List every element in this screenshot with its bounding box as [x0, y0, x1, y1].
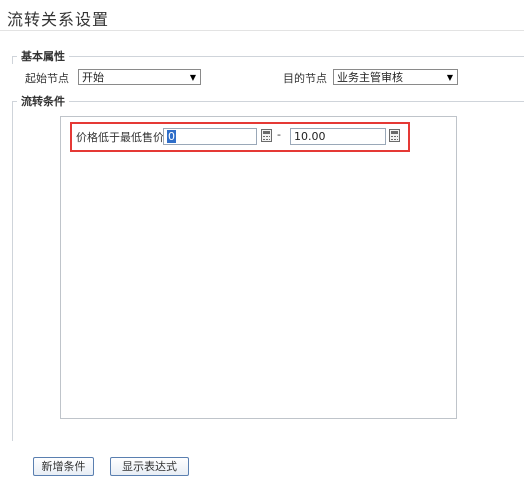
basic-section-edge [12, 56, 13, 64]
calculator-icon[interactable] [389, 129, 400, 142]
min-price-value: 0 [167, 130, 176, 143]
target-node-select[interactable]: 业务主管审核 ▼ [333, 69, 458, 85]
condition-label: 价格低于最低售价 [76, 131, 164, 144]
start-node-select[interactable]: 开始 ▼ [78, 69, 201, 85]
max-price-input[interactable]: 10.00 [290, 128, 386, 145]
start-node-value: 开始 [82, 71, 104, 84]
condition-section: 流转条件 [12, 93, 524, 109]
target-node-label: 目的节点 [283, 72, 327, 85]
target-node-value: 业务主管审核 [337, 71, 403, 84]
page-title: 流转关系设置 [7, 10, 110, 29]
min-price-input[interactable]: 0 [163, 128, 257, 145]
condition-panel [60, 116, 457, 419]
condition-section-edge [12, 101, 13, 441]
show-expression-button[interactable]: 显示表达式 [110, 457, 189, 476]
range-separator: - [277, 128, 281, 141]
basic-section-heading: 基本属性 [17, 48, 69, 64]
title-divider [0, 30, 524, 31]
dropdown-arrow-icon: ▼ [189, 73, 196, 82]
calculator-icon[interactable] [261, 129, 272, 142]
dropdown-arrow-icon: ▼ [446, 73, 453, 82]
condition-section-heading: 流转条件 [17, 93, 69, 109]
condition-row-highlight: 价格低于最低售价 0 - 10.00 [70, 122, 410, 152]
max-price-value: 10.00 [294, 130, 326, 143]
start-node-label: 起始节点 [25, 72, 69, 85]
basic-section: 基本属性 [12, 48, 524, 64]
add-condition-button[interactable]: 新增条件 [33, 457, 94, 476]
